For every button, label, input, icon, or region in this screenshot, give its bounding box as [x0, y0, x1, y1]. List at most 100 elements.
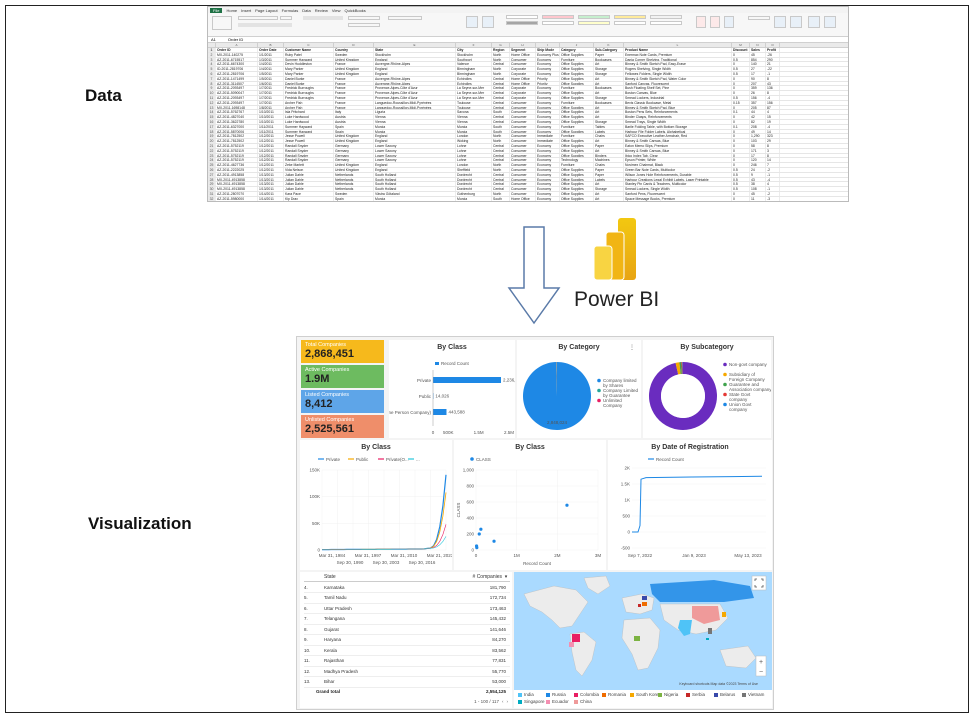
cell[interactable]: Woking [456, 139, 492, 143]
cell[interactable]: 0 [732, 115, 750, 119]
cell[interactable]: 1/4/2011 [258, 62, 284, 67]
cell[interactable]: Economy [536, 148, 560, 153]
cell[interactable]: 45 [750, 191, 766, 196]
cell[interactable]: Office Supplies [560, 172, 594, 177]
cell[interactable]: England [374, 139, 456, 143]
cell[interactable]: Consumer [510, 105, 536, 110]
cell[interactable]: Art [594, 148, 624, 153]
cell[interactable]: Archer Fish [284, 100, 334, 105]
cell[interactable]: Lower Saxony [374, 153, 456, 158]
cell[interactable]: AZ-2011-1471499 [216, 76, 258, 81]
merge-center-button[interactable] [348, 23, 380, 27]
cell[interactable]: 17 [750, 71, 766, 76]
cell[interactable]: 58 [750, 143, 766, 148]
cell[interactable]: United Kingdom [334, 134, 374, 139]
cell[interactable]: South Holland [374, 187, 456, 191]
cell[interactable]: 1/13/2011 [258, 187, 284, 191]
cell[interactable]: Auvergne-Rhône-Alpes [374, 62, 456, 67]
cell[interactable]: -4 [766, 95, 780, 100]
cell[interactable]: France [334, 76, 374, 81]
cell[interactable]: Harbour Creations Legal Exhibit Labels, … [624, 177, 732, 182]
cell[interactable]: North [492, 139, 510, 143]
cell[interactable]: Murcia [456, 129, 492, 134]
column-header[interactable]: F [456, 43, 492, 47]
cell[interactable]: 1/7/2011 [258, 86, 284, 91]
cell[interactable]: AZ-2011-6674300 [216, 62, 258, 67]
cell[interactable]: Art [594, 196, 624, 201]
cell[interactable]: Languedoc-Roussillon-Midi-Pyrénées [374, 100, 456, 105]
cell[interactable]: 120 [750, 158, 766, 163]
cell[interactable]: North [492, 167, 510, 172]
cell[interactable]: Office Supplies [560, 115, 594, 119]
cell[interactable]: England [374, 71, 456, 76]
cell[interactable]: Ship Mode [536, 48, 560, 52]
cell[interactable]: Bookcases [594, 57, 624, 62]
cell[interactable]: 0 [732, 191, 750, 196]
cell[interactable]: Mary Parker [284, 71, 334, 76]
cell[interactable]: 0 [732, 153, 750, 158]
cell[interactable]: 0 [732, 62, 750, 67]
ribbon-tab[interactable]: Page Layout [255, 8, 277, 13]
cell[interactable]: South [492, 110, 510, 115]
cell[interactable]: Economy [536, 110, 560, 115]
cell[interactable]: 1/11/2011 [258, 124, 284, 129]
cell[interactable]: Central [492, 153, 510, 158]
style-neutral[interactable] [614, 15, 646, 19]
cell[interactable]: Vida Nelson [284, 167, 334, 172]
cell[interactable]: United Kingdom [334, 139, 374, 143]
cell[interactable]: 1/14/2011 [258, 196, 284, 201]
cell[interactable]: Economy [536, 119, 560, 124]
cell[interactable]: Home Office [510, 76, 536, 81]
cell[interactable]: Randall Snyder [284, 153, 334, 158]
cell[interactable]: 4 [766, 110, 780, 115]
cell[interactable]: Economy [536, 91, 560, 95]
cell[interactable]: AZ-2011-3622780 [216, 119, 258, 124]
cell[interactable]: Wilson Jones Hole Reinforcements, Durabl… [624, 172, 732, 177]
cell[interactable]: 0.1 [732, 110, 750, 115]
cell[interactable]: Netherlands [334, 182, 374, 187]
cell[interactable]: 0.5 [732, 67, 750, 71]
cell[interactable]: Paper [594, 172, 624, 177]
cell[interactable]: 24 [750, 167, 766, 172]
cell[interactable]: AZ-2011-5752119 [216, 158, 258, 163]
cell[interactable]: -1 [766, 187, 780, 191]
cell[interactable]: AZ-2011-2222025 [216, 167, 258, 172]
cell[interactable]: Consumer [510, 163, 536, 167]
cell[interactable]: United Kingdom [334, 67, 374, 71]
cell[interactable]: Office Supplies [560, 129, 594, 134]
cell[interactable]: AZ-2011-4827040 [216, 115, 258, 119]
cell[interactable]: MX-2011-1698148 [216, 105, 258, 110]
cell[interactable]: Luke Hardwood [284, 115, 334, 119]
cell[interactable]: Office Supplies [560, 196, 594, 201]
cell[interactable]: Southport [456, 57, 492, 62]
cell[interactable]: Office Supplies [560, 95, 594, 100]
cell[interactable]: Consumer [510, 187, 536, 191]
cell[interactable]: North [492, 134, 510, 139]
cell[interactable]: France [334, 81, 374, 86]
cell[interactable]: Auvergne-Rhône-Alpes [374, 81, 456, 86]
cell[interactable]: 1/12/2011 [258, 153, 284, 158]
cell[interactable]: South Holland [374, 172, 456, 177]
cell[interactable]: 156 [766, 100, 780, 105]
cell[interactable]: South Holland [374, 177, 456, 182]
cell[interactable]: Toulouse [456, 100, 492, 105]
cell[interactable]: Summer Hayward [284, 57, 334, 62]
cell[interactable]: Office Supplies [560, 148, 594, 153]
cell[interactable]: Consumer [510, 148, 536, 153]
cell[interactable]: Central [492, 115, 510, 119]
cell[interactable]: Economy [536, 196, 560, 201]
cell[interactable]: 0.5 [732, 177, 750, 182]
cell[interactable]: England [374, 167, 456, 172]
cell[interactable]: AZ-2011-5752119 [216, 148, 258, 153]
cell[interactable]: Office Supplies [560, 139, 594, 143]
cell[interactable]: Home Office [510, 52, 536, 57]
cell[interactable]: France [334, 100, 374, 105]
cell[interactable]: Economy [536, 62, 560, 67]
cell[interactable]: Binney & Smith Canvas, Blue [624, 148, 732, 153]
cell[interactable]: Germany [334, 158, 374, 163]
cell[interactable]: Fellowes Folders, Single Width [624, 71, 732, 76]
cell[interactable]: Isla Pritchard [284, 110, 334, 115]
cell[interactable]: France [334, 86, 374, 91]
cell[interactable]: Murcia [456, 124, 492, 129]
cell[interactable]: Consumer [510, 62, 536, 67]
